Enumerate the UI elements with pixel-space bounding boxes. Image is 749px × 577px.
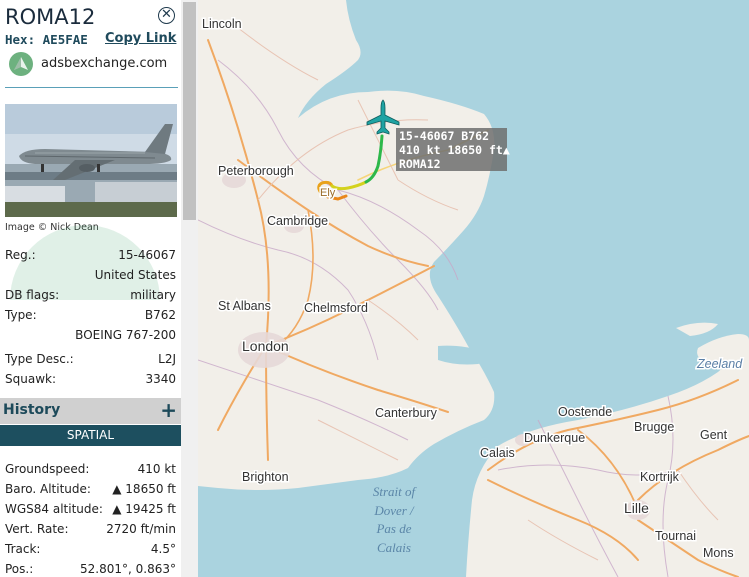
- expand-plus-icon[interactable]: +: [160, 398, 177, 422]
- hex-code: AE5FAE: [42, 32, 88, 47]
- place-london: London: [242, 338, 289, 354]
- place-dunkerque: Dunkerque: [524, 431, 585, 445]
- spatial-value: ▲ 18650 ft: [112, 482, 176, 496]
- detail-value: 3340: [145, 372, 176, 386]
- sea-label-line4: Calais: [377, 540, 411, 555]
- place-lincoln: Lincoln: [202, 17, 242, 31]
- place-kortrijk: Kortrijk: [640, 470, 680, 484]
- place-ely: Ely: [320, 187, 336, 199]
- aircraft-info-panel: ROMA12 ✕ Hex: AE5FAE Copy Link adsbexcha…: [0, 0, 198, 577]
- sea-label-line1: Strait of: [373, 484, 418, 499]
- detail-value: United States: [94, 268, 176, 282]
- close-icon[interactable]: ✕: [158, 7, 175, 24]
- spatial-value: 52.801°, 0.863°: [80, 562, 176, 576]
- sea-label-line3: Pas de: [375, 521, 411, 536]
- aircraft-map-label[interactable]: 15-46067 B762 410 kt 18650 ft▲ ROMA12: [396, 128, 510, 171]
- place-canterbury: Canterbury: [375, 406, 438, 420]
- aircraft-photo[interactable]: [5, 104, 177, 217]
- place-tournai: Tournai: [655, 529, 696, 543]
- place-brighton: Brighton: [242, 470, 289, 484]
- spatial-label: Baro. Altitude:: [5, 482, 91, 496]
- detail-value: BOEING 767-200: [75, 328, 176, 342]
- detail-label: Squawk:: [5, 372, 56, 386]
- scrollbar-thumb[interactable]: [183, 2, 196, 220]
- detail-label: DB flags:: [5, 288, 60, 302]
- spatial-label: Vert. Rate:: [5, 522, 69, 536]
- sea-label-line2: Dover /: [373, 503, 415, 518]
- hex-label: Hex:: [5, 32, 36, 47]
- place-gent: Gent: [700, 428, 728, 442]
- detail-label: Reg.:: [5, 248, 36, 262]
- place-zeeland: Zeeland: [696, 357, 743, 371]
- label-callsign: ROMA12: [399, 157, 441, 171]
- place-oostende: Oostende: [558, 405, 612, 419]
- adsbexchange-logo-icon[interactable]: [9, 52, 33, 76]
- place-mons: Mons: [703, 546, 734, 560]
- place-cambridge: Cambridge: [267, 214, 328, 228]
- copy-link[interactable]: Copy Link: [105, 31, 176, 46]
- spatial-section-header: SPATIAL: [0, 425, 181, 446]
- divider: [5, 87, 178, 88]
- map-canvas[interactable]: Lincoln Peterborough Ely Cambridge St Al…: [198, 0, 749, 577]
- panel-content: ROMA12 ✕ Hex: AE5FAE Copy Link adsbexcha…: [0, 0, 181, 577]
- place-calais: Calais: [480, 446, 515, 460]
- spatial-value: ▲ 19425 ft: [112, 502, 176, 516]
- place-chelmsford: Chelmsford: [304, 301, 368, 315]
- spatial-label: Groundspeed:: [5, 462, 90, 476]
- detail-label: Type Desc.:: [5, 352, 74, 366]
- spatial-label: Pos.:: [5, 562, 34, 576]
- place-peterborough: Peterborough: [218, 164, 294, 178]
- detail-label: Type:: [5, 308, 37, 322]
- spatial-label: Track:: [5, 542, 41, 556]
- spatial-value: 2720 ft/min: [106, 522, 176, 536]
- detail-value: 15-46067: [118, 248, 176, 262]
- spatial-label: WGS84 altitude:: [5, 502, 103, 516]
- spatial-value: 410 kt: [137, 462, 176, 476]
- place-lille: Lille: [624, 500, 649, 516]
- detail-value: L2J: [158, 352, 176, 366]
- label-reg-type: 15-46067 B762: [399, 129, 490, 143]
- map-view[interactable]: Lincoln Peterborough Ely Cambridge St Al…: [198, 0, 749, 577]
- aircraft-callsign: ROMA12: [5, 5, 96, 29]
- hex-row: Hex: AE5FAE: [5, 32, 88, 47]
- detail-value: military: [130, 288, 176, 302]
- place-brugge: Brugge: [634, 420, 674, 434]
- place-st-albans: St Albans: [218, 299, 271, 313]
- site-link[interactable]: adsbexchange.com: [41, 56, 167, 71]
- panel-scrollbar[interactable]: [181, 0, 198, 577]
- label-speed-alt: 410 kt 18650 ft▲: [399, 143, 510, 157]
- history-title: History: [3, 402, 61, 418]
- history-header[interactable]: History +: [0, 398, 181, 424]
- spatial-value: 4.5°: [150, 542, 176, 556]
- detail-value: B762: [144, 308, 176, 322]
